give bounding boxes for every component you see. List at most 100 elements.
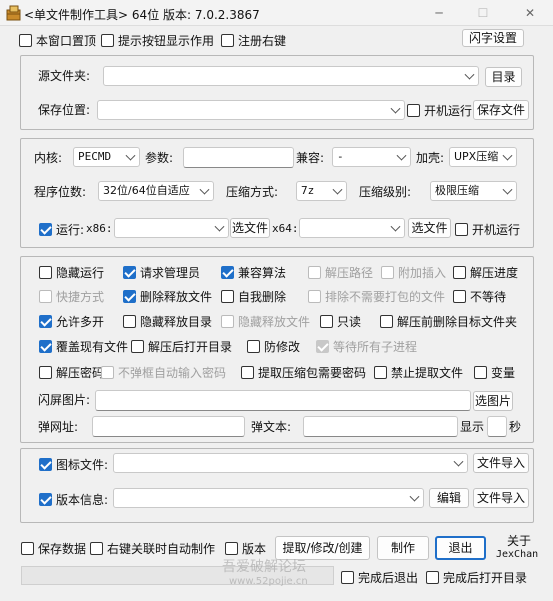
option-checkbox[interactable]: 变量 [474,364,515,380]
option-label: 只读 [337,314,362,329]
chevron-down-icon [332,184,343,195]
x64-select[interactable] [299,218,405,238]
minimize-button[interactable]: ─ [426,4,452,22]
popup-url-input[interactable] [92,416,245,437]
x86-select-file-button[interactable]: 选文件 [230,218,270,238]
register-context-checkbox[interactable]: 注册右键 [221,32,286,48]
chevron-down-icon [214,221,225,232]
show-tooltips-checkbox[interactable]: 提示按钮显示作用 [101,32,214,48]
checkbox-icon [381,266,394,279]
option-label: 请求管理员 [140,265,201,280]
checkbox-icon [101,34,114,47]
stay-on-top-checkbox[interactable]: 本窗口置顶 [19,32,96,48]
show-label: 显示 [460,420,485,434]
chevron-down-icon [409,491,420,502]
source-folder-select[interactable] [103,66,479,86]
make-button[interactable]: 制作 [377,536,429,560]
option-checkbox[interactable]: 删除释放文件 [123,288,212,304]
close-button[interactable]: ✕ [517,4,543,22]
edit-version-button[interactable]: 编辑 [429,488,469,508]
checkbox-icon [225,542,238,555]
option-checkbox[interactable]: 快捷方式 [39,288,104,304]
x64-label: x64: [272,222,299,235]
option-checkbox[interactable]: 解压进度 [453,264,518,280]
window-title: <单文件制作工具> 64位 版本: 7.0.2.3867 [24,8,260,22]
context-auto-make-checkbox[interactable]: 右键关联时自动制作 [90,540,215,556]
checkbox-checked-icon [39,458,52,471]
option-checkbox[interactable]: 提取压缩包需要密码 [241,364,366,380]
option-checkbox[interactable]: 兼容算法 [221,264,286,280]
option-checkbox[interactable]: 覆盖现有文件 [39,338,128,354]
option-label: 解压后打开目录 [148,339,233,354]
option-checkbox[interactable]: 允许多开 [39,313,104,329]
checkbox-icon [341,571,354,584]
version-import-button[interactable]: 文件导入 [473,488,529,508]
splash-image-input[interactable] [95,390,471,411]
icon-file-checkbox[interactable]: 图标文件: [39,456,108,472]
option-checkbox[interactable]: 等待所有子进程 [316,338,417,354]
option-checkbox[interactable]: 附加插入 [381,264,446,280]
compat-select[interactable]: - [332,147,411,167]
run-at-startup-checkbox[interactable]: 开机运行 [407,102,472,118]
checkbox-icon [374,366,387,379]
option-checkbox[interactable]: 排除不需要打包的文件 [308,288,445,304]
x86-select[interactable] [114,218,229,238]
option-checkbox[interactable]: 隐藏运行 [39,264,104,280]
checkbox-checked-icon [39,493,52,506]
icon-file-select[interactable] [113,453,468,473]
option-checkbox[interactable]: 隐藏释放文件 [221,313,310,329]
icon-import-button[interactable]: 文件导入 [473,453,529,473]
x64-select-file-button[interactable]: 选文件 [408,218,451,238]
exit-button[interactable]: 退出 [435,536,486,560]
choose-image-button[interactable]: 选图片 [473,391,513,411]
seconds-label: 秒 [509,420,522,434]
compress-method-select[interactable]: 7z [296,181,347,201]
option-checkbox[interactable]: 不弹框自动输入密码 [101,364,226,380]
version-checkbox[interactable]: 版本 [225,540,266,556]
option-label: 附加插入 [398,265,447,280]
author-link[interactable]: JexChan [496,547,538,563]
seconds-input[interactable] [487,416,507,437]
version-info-checkbox[interactable]: 版本信息: [39,491,108,507]
option-checkbox[interactable]: 自我删除 [221,288,286,304]
save-location-select[interactable] [97,100,405,120]
checkbox-icon [407,104,420,117]
option-label: 隐藏释放文件 [238,314,311,329]
browse-directory-button[interactable]: 目录 [485,67,522,87]
option-checkbox[interactable]: 不等待 [453,288,506,304]
watermark-title: 吾爱破解论坛 [222,559,306,575]
option-checkbox[interactable]: 解压路径 [308,264,373,280]
option-label: 防修改 [264,339,301,354]
shell-label: 加壳: [416,151,445,165]
option-label: 兼容算法 [238,265,287,280]
option-label: 不弹框自动输入密码 [118,365,227,380]
flash-settings-button[interactable]: 闪字设置 [462,29,524,47]
params-input[interactable] [183,147,294,168]
popup-text-input[interactable] [303,416,458,437]
run-startup-checkbox[interactable]: 开机运行 [455,221,520,237]
app-icon [6,5,21,21]
exit-after-complete-checkbox[interactable]: 完成后退出 [341,569,418,585]
option-checkbox[interactable]: 请求管理员 [123,264,200,280]
kernel-select[interactable]: PECMD [73,147,140,167]
option-checkbox[interactable]: 防修改 [247,338,300,354]
option-label: 自我删除 [238,289,287,304]
checkbox-checked-icon [123,290,136,303]
option-checkbox[interactable]: 禁止提取文件 [374,364,463,380]
option-label: 删除释放文件 [140,289,213,304]
option-checkbox[interactable]: 解压后打开目录 [131,338,232,354]
save-file-button[interactable]: 保存文件 [473,100,529,120]
option-checkbox[interactable]: 解压密码 [39,364,104,380]
open-dir-after-complete-checkbox[interactable]: 完成后打开目录 [426,569,527,585]
bits-select[interactable]: 32位/64位自适应 [98,181,214,201]
option-checkbox[interactable]: 隐藏释放目录 [123,313,212,329]
compress-level-select[interactable]: 极限压缩 [430,181,517,201]
shell-select[interactable]: UPX压缩 [449,147,517,167]
save-data-checkbox[interactable]: 保存数据 [21,540,86,556]
run-checkbox[interactable]: 运行: [39,221,84,237]
option-checkbox[interactable]: 只读 [320,313,361,329]
maximize-button[interactable]: ☐ [470,4,496,22]
option-checkbox[interactable]: 解压前删除目标文件夹 [380,313,517,329]
version-info-select[interactable] [113,488,424,508]
splash-image-label: 闪屏图片: [38,393,91,407]
